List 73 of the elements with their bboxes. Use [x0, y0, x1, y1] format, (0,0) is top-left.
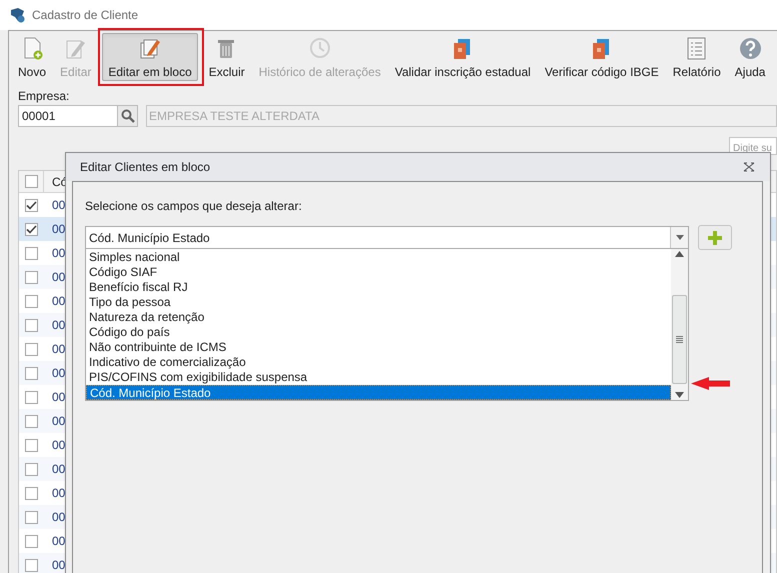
table-cell-text: 00	[51, 533, 66, 550]
dialog-title: Editar Clientes em bloco	[80, 159, 210, 176]
checkbox[interactable]	[25, 318, 38, 332]
checkbox[interactable]	[25, 558, 38, 572]
help-icon	[738, 36, 763, 61]
list-item[interactable]: Não contribuinte de ICMS	[86, 340, 671, 355]
search-icon	[120, 109, 134, 123]
checkbox[interactable]	[24, 175, 38, 188]
toolbar-button[interactable]: Verificar código IBGE	[542, 33, 662, 81]
company-code-field[interactable]: 00001	[18, 105, 118, 127]
checkbox[interactable]	[25, 438, 38, 452]
app-logo-icon	[9, 7, 26, 23]
checkbox[interactable]	[25, 342, 38, 356]
list-item[interactable]: Benefício fiscal RJ	[86, 280, 671, 295]
table-cell-text: 00	[51, 509, 66, 526]
field-combo-box[interactable]: Cód. Município Estado	[85, 226, 689, 249]
field-label: Empresa:	[18, 88, 70, 103]
table-cell-text: 00	[51, 365, 66, 382]
checkbox[interactable]	[25, 414, 38, 428]
toolbar-button[interactable]: Validar inscrição estadual	[392, 33, 534, 81]
prompt-label: Selecione os campos que deseja alterar:	[85, 198, 303, 212]
grip-icon	[676, 336, 683, 343]
toolbar-button[interactable]: Ajuda	[732, 33, 768, 81]
table-cell-text: 00	[51, 461, 66, 478]
list-item[interactable]: Indicativo de comercialização	[86, 355, 671, 370]
search-button[interactable]	[118, 105, 138, 127]
dropdown-arrow-icon	[676, 235, 684, 240]
clock-icon	[307, 36, 332, 61]
toolbar-button[interactable]: Novo	[15, 33, 50, 81]
list-item[interactable]: PIS/COFINS com exigibilidade suspensa	[86, 370, 671, 385]
table-cell-text: 00	[51, 245, 66, 262]
list-item[interactable]: Natureza da retenção	[86, 310, 671, 325]
checkbox[interactable]	[25, 246, 38, 260]
table-cell-text: 00	[51, 485, 66, 502]
table-cell-text: 00	[51, 269, 66, 286]
toolbar-button[interactable]: Editar em bloco	[102, 33, 198, 81]
table-cell-text: 00	[51, 557, 66, 573]
table-cell-text: 00	[51, 389, 66, 406]
table-cell-text: 00	[51, 413, 66, 430]
toolbar-button[interactable]: Excluir	[206, 33, 248, 81]
scrollbar[interactable]	[671, 249, 688, 400]
toolbar-button[interactable]: Relatório	[670, 33, 724, 81]
scroll-down-icon	[675, 392, 684, 398]
checkbox[interactable]	[25, 198, 38, 212]
list-item[interactable]: Tipo da pessoa	[86, 295, 671, 310]
add-button[interactable]	[698, 225, 732, 250]
checkbox[interactable]	[25, 390, 38, 404]
arrow-icon	[691, 377, 730, 390]
plus-icon	[708, 230, 722, 244]
table-cell-text: 00	[51, 197, 66, 214]
checkbox[interactable]	[25, 486, 38, 500]
table-cell-text: 00	[51, 437, 66, 454]
window-title: Cadastro de Cliente	[32, 7, 138, 24]
scroll-up-icon	[675, 251, 684, 257]
list-item[interactable]: Código do país	[86, 325, 671, 340]
checkbox[interactable]	[25, 270, 38, 284]
table-cell-text: 00	[51, 341, 66, 358]
checkbox[interactable]	[25, 366, 38, 380]
close-button[interactable]	[742, 161, 756, 173]
list-item[interactable]: Simples nacional	[86, 250, 671, 265]
list-item[interactable]: Cód. Município Estado	[86, 385, 671, 400]
checkbox[interactable]	[25, 294, 38, 308]
scroll-thumb[interactable]	[672, 295, 687, 384]
checkbox[interactable]	[25, 222, 38, 236]
list-item[interactable]: Código SIAF	[86, 265, 671, 280]
table-cell-text: 00	[51, 221, 66, 238]
table-cell-text: 00	[51, 293, 66, 310]
close-icon	[743, 162, 755, 172]
table-cell-text: 00	[51, 317, 66, 334]
company-name-field: EMPRESA TESTE ALTERDATA	[146, 105, 777, 127]
checkbox[interactable]	[25, 510, 38, 524]
checkbox[interactable]	[25, 534, 38, 548]
checkbox[interactable]	[25, 462, 38, 476]
